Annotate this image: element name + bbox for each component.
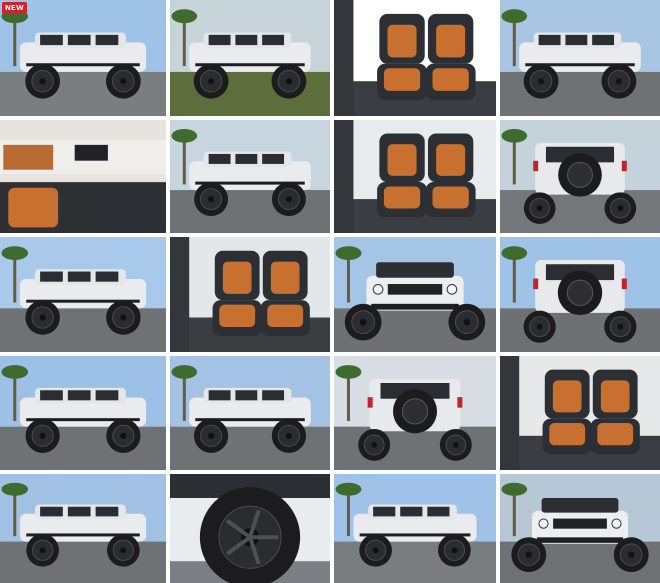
vehicle-photo [170, 0, 330, 116]
photo-tile[interactable] [170, 237, 330, 352]
photo-tile[interactable] [500, 474, 660, 583]
photo-tile[interactable] [170, 474, 330, 583]
photo-tile[interactable] [334, 237, 496, 352]
vehicle-photo [170, 237, 330, 352]
vehicle-photo [170, 356, 330, 470]
photo-tile[interactable] [334, 474, 496, 583]
photo-tile[interactable] [0, 120, 166, 233]
vehicle-photo [500, 474, 660, 583]
vehicle-photo [500, 0, 660, 116]
photo-tile[interactable] [170, 0, 330, 116]
vehicle-photo [334, 237, 496, 352]
vehicle-photo [334, 0, 496, 116]
photo-tile[interactable] [0, 356, 166, 470]
new-listing-badge: NEW [2, 2, 27, 14]
vehicle-photo [170, 120, 330, 233]
photo-tile[interactable] [334, 120, 496, 233]
photo-tile[interactable] [170, 120, 330, 233]
vehicle-photo [500, 120, 660, 233]
vehicle-photo [0, 0, 166, 116]
vehicle-photo [334, 356, 496, 470]
photo-tile[interactable] [0, 237, 166, 352]
vehicle-photo [334, 120, 496, 233]
photo-tile[interactable] [0, 0, 166, 116]
vehicle-photo [500, 237, 660, 352]
photo-tile[interactable] [500, 237, 660, 352]
photo-tile[interactable] [0, 474, 166, 583]
vehicle-photo [0, 356, 166, 470]
vehicle-photo [170, 474, 330, 583]
vehicle-photo [500, 356, 660, 470]
photo-tile[interactable] [500, 120, 660, 233]
vehicle-photo [0, 120, 166, 233]
vehicle-photo [0, 474, 166, 583]
vehicle-photo [0, 237, 166, 352]
photo-tile[interactable] [334, 0, 496, 116]
photo-tile[interactable] [334, 356, 496, 470]
photo-tile[interactable] [170, 356, 330, 470]
vehicle-photo [334, 474, 496, 583]
photo-tile[interactable] [500, 356, 660, 470]
photo-tile[interactable] [500, 0, 660, 116]
photo-gallery: NEW [0, 0, 660, 583]
